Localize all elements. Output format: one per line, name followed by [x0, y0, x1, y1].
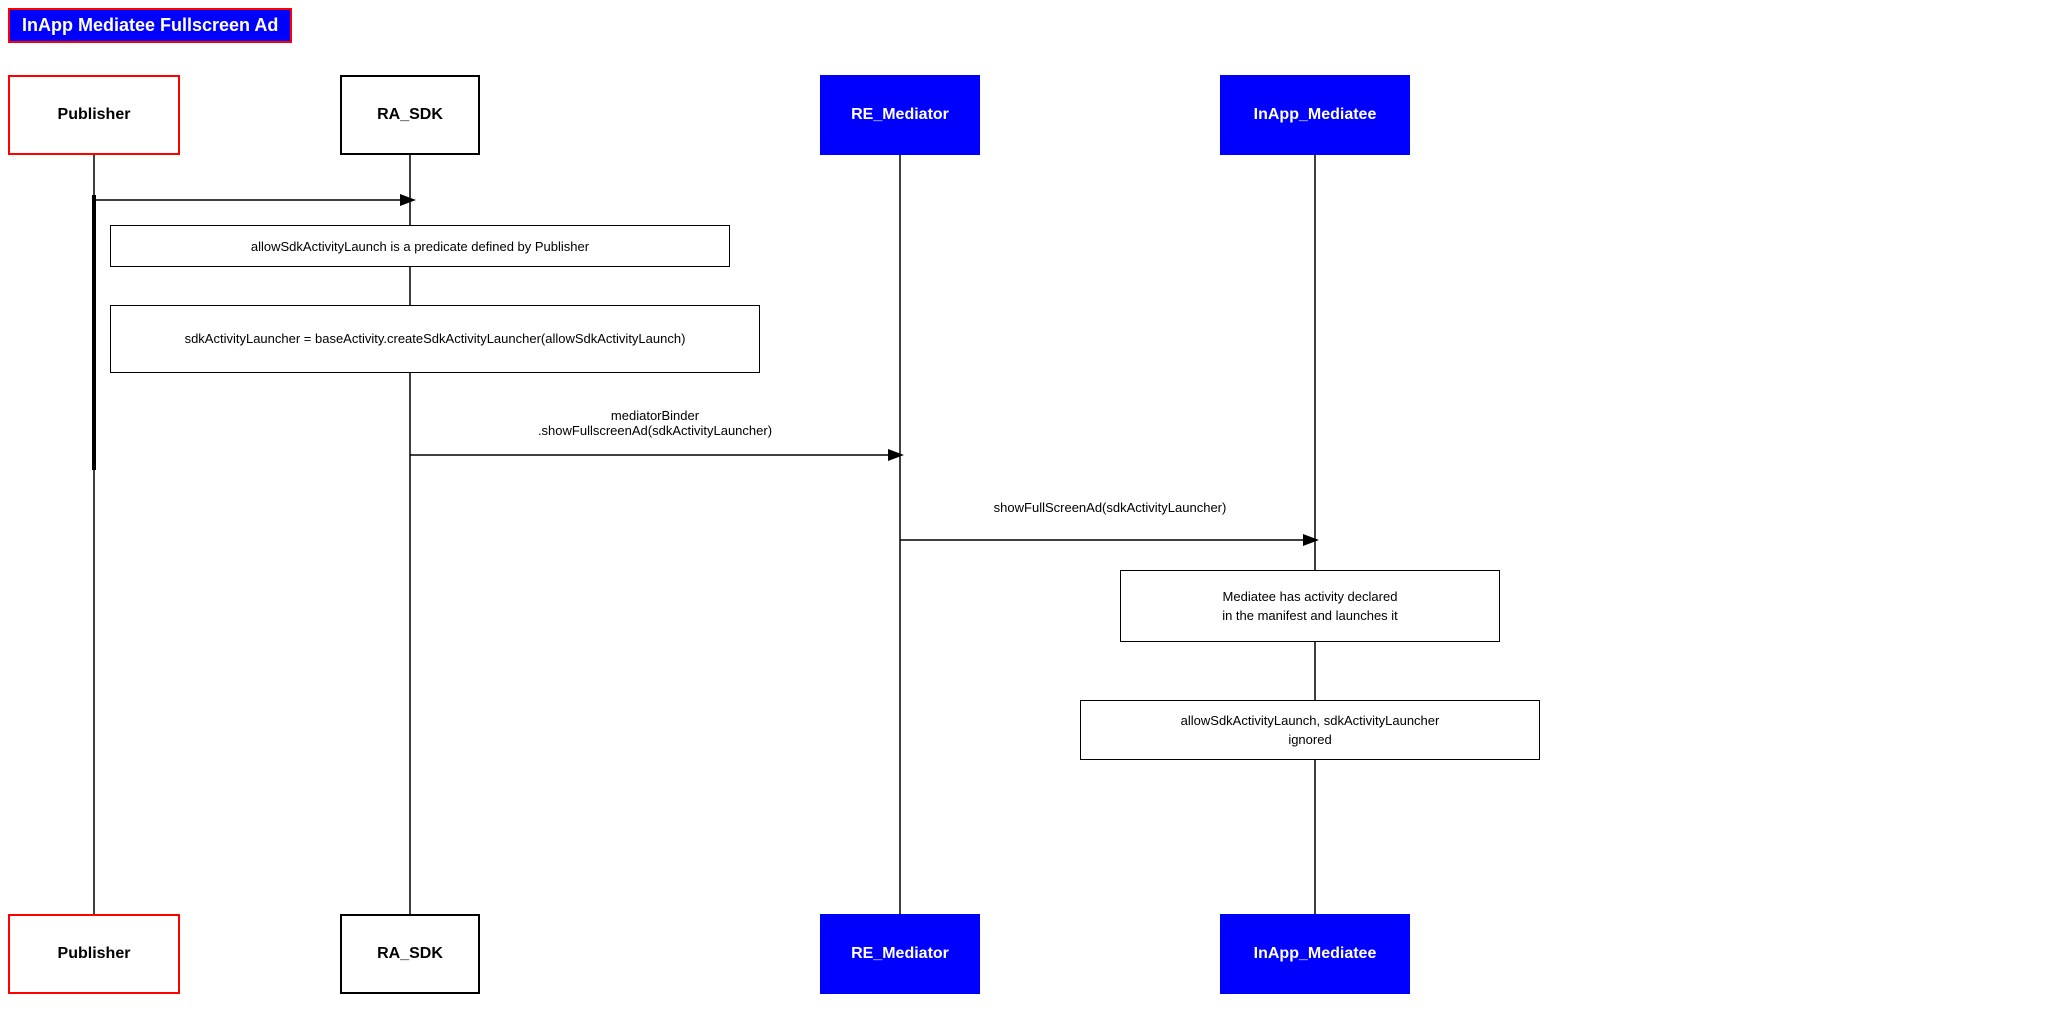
note-allow-predicate: allowSdkActivityLaunch is a predicate de…: [110, 225, 730, 267]
actor-inapp-bot: InApp_Mediatee: [1220, 914, 1410, 994]
label-mediator-binder: mediatorBinder .showFullscreenAd(sdkActi…: [420, 408, 890, 438]
actor-rasdk-bot: RA_SDK: [340, 914, 480, 994]
actor-inapp-top: InApp_Mediatee: [1220, 75, 1410, 155]
note-sdk-launcher: sdkActivityLauncher = baseActivity.creat…: [110, 305, 760, 373]
actor-rasdk-top: RA_SDK: [340, 75, 480, 155]
actor-re-mediator-bot: RE_Mediator: [820, 914, 980, 994]
diagram-title: InApp Mediatee Fullscreen Ad: [8, 8, 292, 43]
actor-publisher-bot: Publisher: [8, 914, 180, 994]
note-ignored: allowSdkActivityLaunch, sdkActivityLaunc…: [1080, 700, 1540, 760]
note-mediatee-activity: Mediatee has activity declared in the ma…: [1120, 570, 1500, 642]
actor-publisher-top: Publisher: [8, 75, 180, 155]
sequence-diagram: InApp Mediatee Fullscreen Ad Publisher R…: [0, 0, 2048, 1019]
actor-re-mediator-top: RE_Mediator: [820, 75, 980, 155]
label-show-fullscreen: showFullScreenAd(sdkActivityLauncher): [910, 500, 1310, 515]
